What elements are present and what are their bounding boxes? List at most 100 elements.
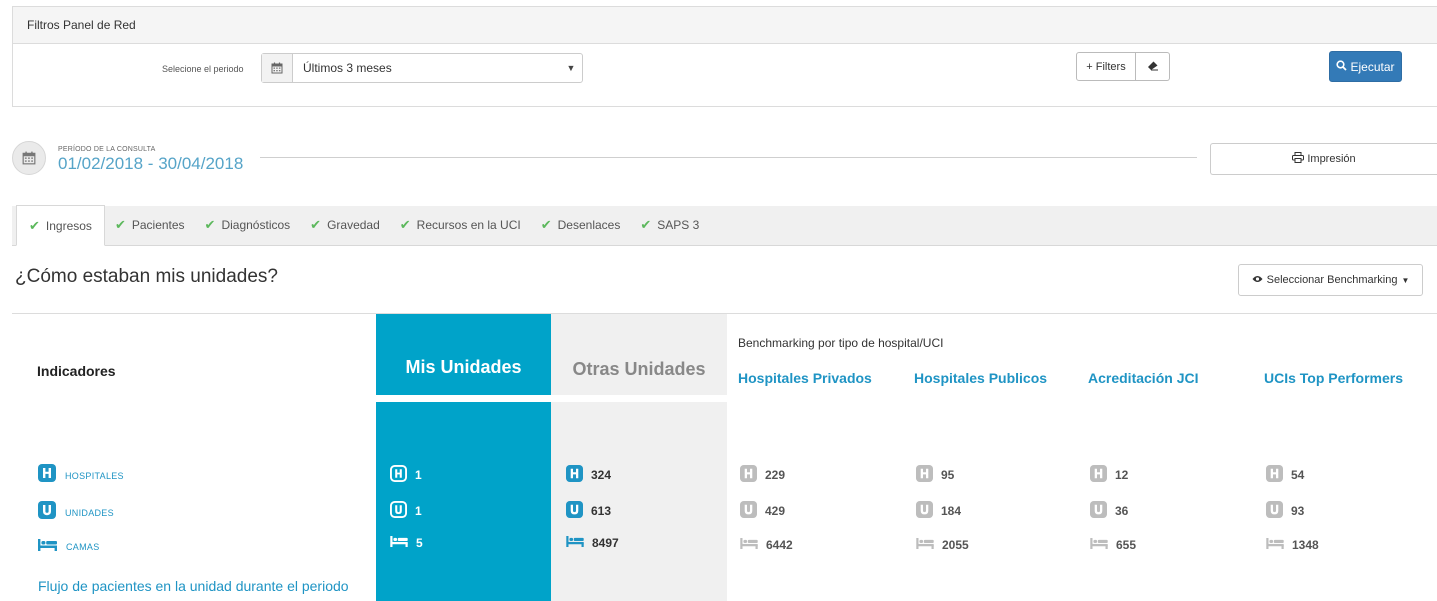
print-icon [1292,152,1305,166]
check-icon: ✔ [204,217,216,232]
tab-label: Pacientes [131,218,185,232]
value: 324 [591,468,612,482]
bench-header-publicos[interactable]: Hospitales Publicos [914,370,1047,386]
period-value: Últimos 3 meses [303,61,392,75]
tab-label: Ingresos [45,218,92,233]
select-benchmarking-label: Seleccionar Benchmarking [1266,274,1398,286]
unit-icon [916,501,933,521]
bench-top-camas-cell: 1348 [1266,538,1319,552]
select-benchmarking-button[interactable]: Seleccionar Benchmarking ▼ [1238,264,1423,296]
otras-unidades-cell: 613 [566,501,611,521]
bench-privados-unidades-cell: 429 [740,501,785,521]
tabs-bar: ✔ Ingresos ✔ Pacientes ✔ Diagnósticos ✔ … [12,205,1437,246]
bed-icon [1266,538,1284,552]
check-icon: ✔ [399,217,411,232]
bed-icon [390,536,408,550]
bench-jci-camas-cell: 655 [1090,538,1136,552]
tab-saps3[interactable]: ✔ SAPS 3 [630,205,709,245]
print-button[interactable]: Impresión [1210,143,1437,175]
indicator-label: UNIDADES [65,507,114,518]
bench-jci-unidades-cell: 36 [1090,501,1128,521]
bench-top-hospitales-cell: 54 [1266,465,1304,485]
indicator-row-camas[interactable]: CAMAS [38,538,100,556]
tab-diagnosticos[interactable]: ✔ Diagnósticos [195,205,301,245]
bed-icon [916,538,934,552]
column-separator [551,395,727,402]
indicator-row-hospitales[interactable]: HOSPITALES [38,464,124,487]
value: 2055 [942,538,969,552]
mis-hospitales-cell: 1 [390,465,422,485]
bench-jci-hospitales-cell: 12 [1090,465,1128,485]
value: 5 [416,536,423,550]
caret-down-icon: ▼ [1401,275,1410,285]
mis-unidades-header: Mis Unidades [405,357,522,377]
tab-gravedad[interactable]: ✔ Gravedad [300,205,390,245]
tab-label: Gravedad [327,218,380,232]
bench-header-privados[interactable]: Hospitales Privados [738,370,872,386]
tab-label: Recursos en la UCI [416,218,521,232]
value: 54 [1291,468,1305,482]
calendar-circle-icon [12,141,46,175]
hospital-icon [566,465,583,485]
bench-privados-camas-cell: 6442 [740,538,793,552]
bench-top-unidades-cell: 93 [1266,501,1304,521]
unit-icon [1090,501,1107,521]
caret-down-icon: ▼ [566,63,576,73]
tab-label: Desenlaces [557,218,621,232]
value: 429 [765,504,786,518]
tab-ingresos[interactable]: ✔ Ingresos [16,205,105,246]
indicator-label: CAMAS [66,542,100,552]
bed-icon [566,536,584,550]
otras-hospitales-cell: 324 [566,465,611,485]
bed-icon [38,538,57,556]
period-select[interactable]: Últimos 3 meses ▼ [261,53,583,83]
value: 613 [591,504,612,518]
tab-recursos-uci[interactable]: ✔ Recursos en la UCI [390,205,531,245]
hospital-icon [1090,465,1107,485]
section-title: ¿Cómo estaban mis unidades? [15,266,278,287]
indicator-row-unidades[interactable]: UNIDADES [38,501,114,524]
print-button-label: Impresión [1307,153,1356,165]
bench-header-top[interactable]: UCIs Top Performers [1264,370,1403,386]
indicator-label: HOSPITALES [65,470,124,481]
value: 655 [1116,538,1137,552]
run-button[interactable]: Ejecutar [1329,51,1402,82]
calendar-icon [262,54,293,82]
hospital-icon [916,465,933,485]
check-icon: ✔ [114,217,126,232]
eye-icon [1252,274,1263,286]
consult-period-dates: 01/02/2018 - 30/04/2018 [58,154,244,173]
filters-button[interactable]: + Filters [1076,52,1136,81]
hospital-icon [1266,465,1283,485]
filter-panel-header: Filtros Panel de Red [13,7,1437,44]
filter-panel-title: Filtros Panel de Red [27,18,136,32]
bench-header-jci[interactable]: Acreditación JCI [1088,370,1198,386]
bed-icon [740,538,758,552]
hospital-icon [38,464,56,487]
mis-unidades-cell: 1 [390,501,422,521]
eraser-button[interactable] [1136,52,1170,81]
check-icon: ✔ [310,217,322,232]
tab-label: Diagnósticos [221,218,291,232]
mis-camas-cell: 5 [390,536,423,550]
eraser-icon [1147,59,1159,74]
otras-unidades-header: Otras Unidades [572,359,706,379]
bench-publicos-camas-cell: 2055 [916,538,969,552]
bed-icon [1090,538,1108,552]
unit-icon [390,501,407,521]
divider [260,157,1197,158]
hospital-icon [740,465,757,485]
tab-desenlaces[interactable]: ✔ Desenlaces [531,205,631,245]
value: 93 [1291,504,1305,518]
filter-panel: Filtros Panel de Red [12,6,1437,107]
value: 1 [415,468,422,482]
benchmarking-subtitle: Benchmarking por tipo de hospital/UCI [738,336,944,350]
column-separator [376,395,551,402]
patient-flow-link[interactable]: Flujo de pacientes en la unidad durante … [38,578,349,594]
otras-camas-cell: 8497 [566,536,619,550]
value: 36 [1115,504,1129,518]
value: 184 [941,504,962,518]
tab-pacientes[interactable]: ✔ Pacientes [105,205,195,245]
unit-icon [38,501,56,524]
value: 95 [941,468,955,482]
